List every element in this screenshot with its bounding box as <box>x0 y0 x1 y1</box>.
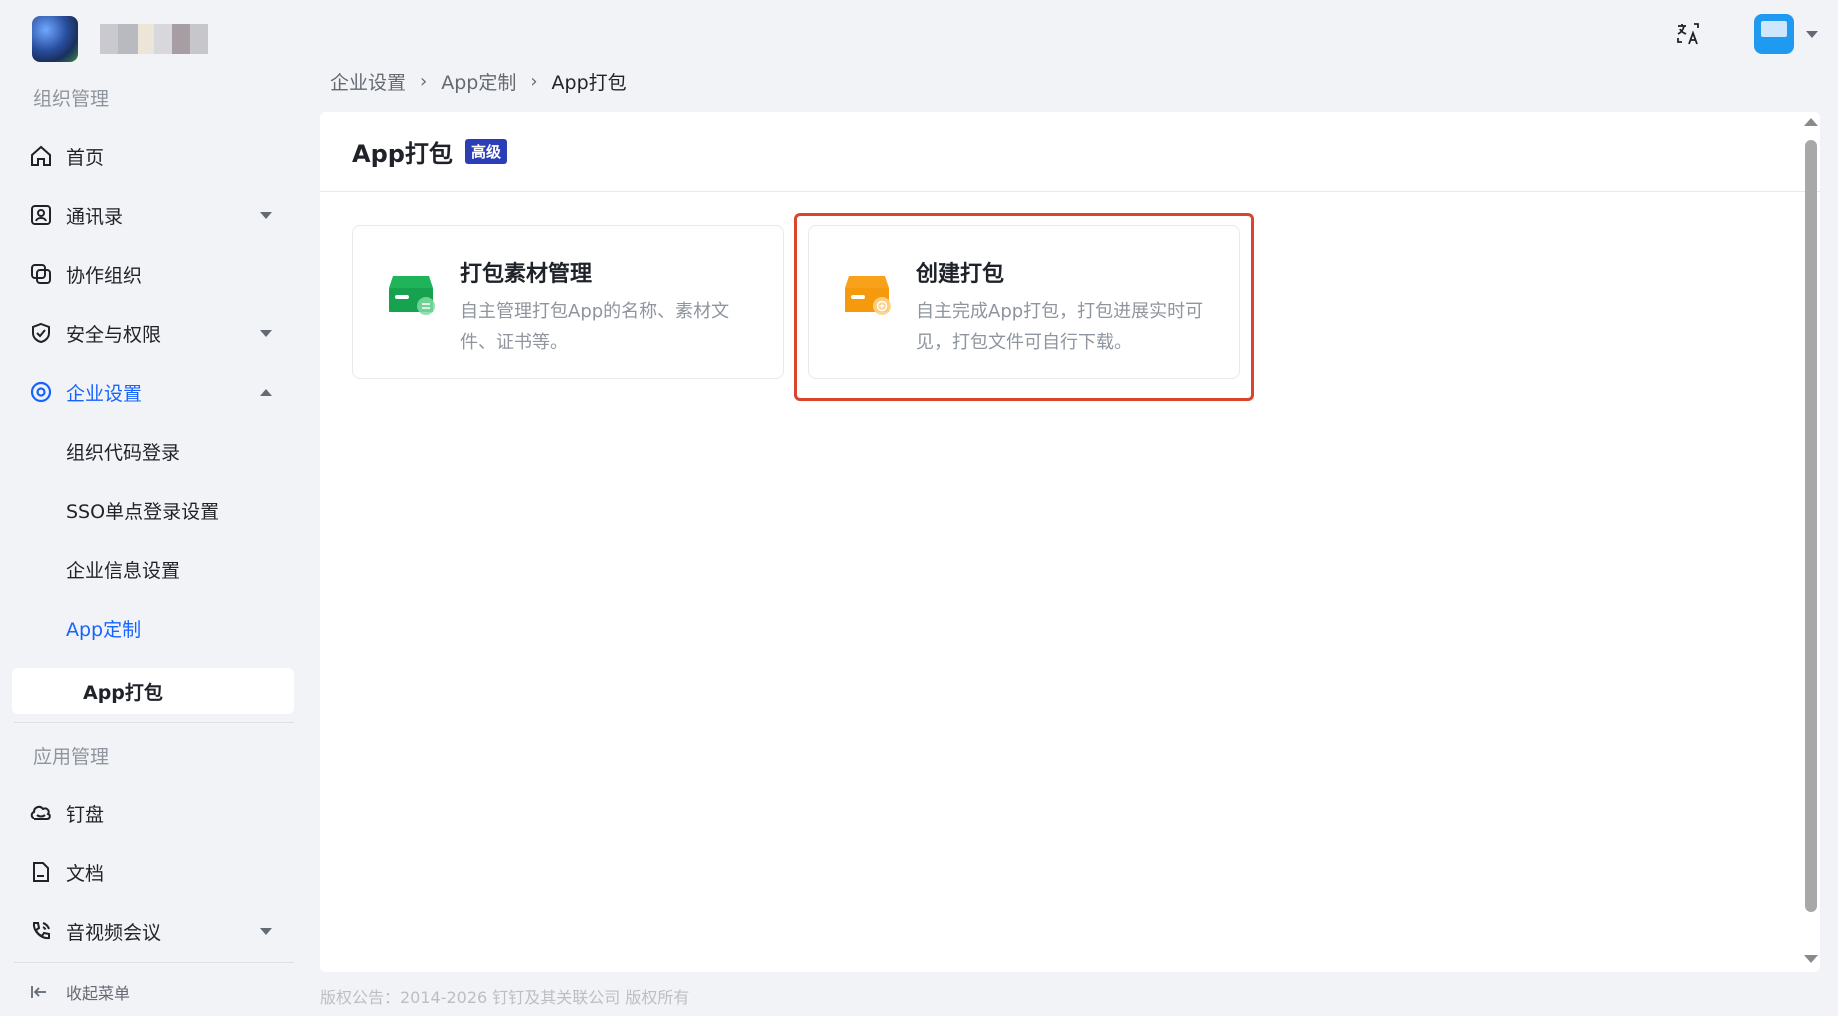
shield-icon <box>28 320 54 346</box>
card-packaging-materials[interactable]: 打包素材管理 自主管理打包App的名称、素材文件、证书等。 <box>352 225 784 379</box>
collapse-menu-label: 收起菜单 <box>66 984 131 1003</box>
org-logo-image <box>32 16 78 62</box>
card-description: 自主完成App打包，打包进展实时可见，打包文件可自行下载。 <box>916 301 1204 353</box>
sidebar-item-docs[interactable]: 文档 <box>14 847 294 897</box>
settings-icon <box>28 379 54 405</box>
sidebar-divider <box>14 722 294 723</box>
panel-header: App打包 高级 <box>320 112 1820 192</box>
chevron-up-icon[interactable] <box>260 388 272 396</box>
card-title: 创建打包 <box>916 262 1005 287</box>
video-call-icon <box>28 918 54 944</box>
user-avatar[interactable] <box>1754 14 1794 54</box>
premium-badge: 高级 <box>464 139 507 164</box>
sidebar-subitem-enterprise-info[interactable]: 企业信息设置 <box>14 544 294 594</box>
sidebar: 组织管理 首页 通讯录 协作组织 安全与权限 企业设置 组织代码登录 SSO单点… <box>0 0 305 1016</box>
cloud-disk-icon <box>28 800 54 826</box>
scroll-up-arrow-icon[interactable] <box>1804 118 1818 126</box>
sidebar-subitem-label: App定制 <box>66 618 142 641</box>
main-panel: App打包 高级 打包素材管理 自主管理打包App的名称、素材文件、证书等。 创… <box>320 112 1820 972</box>
chevron-down-icon[interactable] <box>1806 30 1818 38</box>
breadcrumb-item-enterprise-settings[interactable]: 企业设置 <box>330 68 406 95</box>
breadcrumb-item-app-custom[interactable]: App定制 <box>441 68 516 95</box>
chevron-right-icon: › <box>420 71 428 92</box>
sidebar-item-cloud-disk[interactable]: 钉盘 <box>14 788 294 838</box>
sidebar-item-security[interactable]: 安全与权限 <box>14 308 294 358</box>
chevron-right-icon: › <box>530 71 538 92</box>
section-title-apps: 应用管理 <box>33 746 110 768</box>
collapse-arrow-icon <box>30 982 50 1002</box>
breadcrumb: 企业设置 › App定制 › App打包 <box>330 68 627 95</box>
chevron-down-icon[interactable] <box>260 329 272 337</box>
sidebar-divider <box>14 962 294 963</box>
sidebar-item-label: 通讯录 <box>66 205 124 228</box>
sidebar-item-label: 文档 <box>66 862 105 885</box>
sidebar-item-label: 协作组织 <box>66 264 143 287</box>
sidebar-subitem-label: 企业信息设置 <box>66 559 181 582</box>
sidebar-item-enterprise-settings[interactable]: 企业设置 <box>14 367 294 417</box>
sidebar-item-label: 安全与权限 <box>66 323 162 346</box>
section-title-org: 组织管理 <box>33 88 110 110</box>
card-create-package[interactable]: 创建打包 自主完成App打包，打包进展实时可见，打包文件可自行下载。 <box>808 225 1240 379</box>
chevron-down-icon[interactable] <box>260 927 272 935</box>
collapse-menu-button[interactable]: 收起菜单 <box>14 972 294 1012</box>
create-package-icon <box>845 276 891 315</box>
sidebar-item-home[interactable]: 首页 <box>14 131 294 181</box>
packaging-materials-icon <box>389 276 435 315</box>
sidebar-subitem-sso[interactable]: SSO单点登录设置 <box>14 485 294 535</box>
sidebar-subitem-label: SSO单点登录设置 <box>66 500 220 523</box>
sidebar-item-video-meeting[interactable]: 音视频会议 <box>14 906 294 956</box>
sidebar-item-label: 音视频会议 <box>66 921 162 944</box>
chevron-down-icon[interactable] <box>260 211 272 219</box>
sidebar-subitem-org-code-login[interactable]: 组织代码登录 <box>14 426 294 476</box>
breadcrumb-current: App打包 <box>551 72 627 94</box>
header-actions <box>1674 14 1818 54</box>
sidebar-subitem-label: 组织代码登录 <box>66 441 181 464</box>
home-icon <box>28 143 54 169</box>
card-title: 打包素材管理 <box>460 262 593 287</box>
collab-org-icon <box>28 261 54 287</box>
card-description: 自主管理打包App的名称、素材文件、证书等。 <box>460 301 730 353</box>
page-title: App打包 <box>352 140 453 168</box>
sidebar-item-label: 企业设置 <box>66 382 143 405</box>
sidebar-item-contacts[interactable]: 通讯录 <box>14 190 294 240</box>
scroll-down-arrow-icon[interactable] <box>1804 955 1818 963</box>
sidebar-item-collab-org[interactable]: 协作组织 <box>14 249 294 299</box>
contacts-icon <box>28 202 54 228</box>
sidebar-item-label: 钉盘 <box>66 803 105 826</box>
document-icon <box>28 859 54 885</box>
translate-icon[interactable] <box>1674 20 1702 48</box>
org-name-blurred <box>100 24 208 54</box>
sidebar-item-label: 首页 <box>66 146 105 169</box>
org-logo[interactable] <box>32 16 208 62</box>
sidebar-subitem-app-packaging[interactable]: App打包 <box>12 668 294 714</box>
copyright-footer: 版权公告：2014-2026 钉钉及其关联公司 版权所有 <box>320 988 690 1007</box>
scrollbar-thumb[interactable] <box>1805 140 1817 912</box>
sidebar-subitem-app-custom[interactable]: App定制 <box>14 603 294 653</box>
sidebar-subitem-label: App打包 <box>83 681 163 704</box>
